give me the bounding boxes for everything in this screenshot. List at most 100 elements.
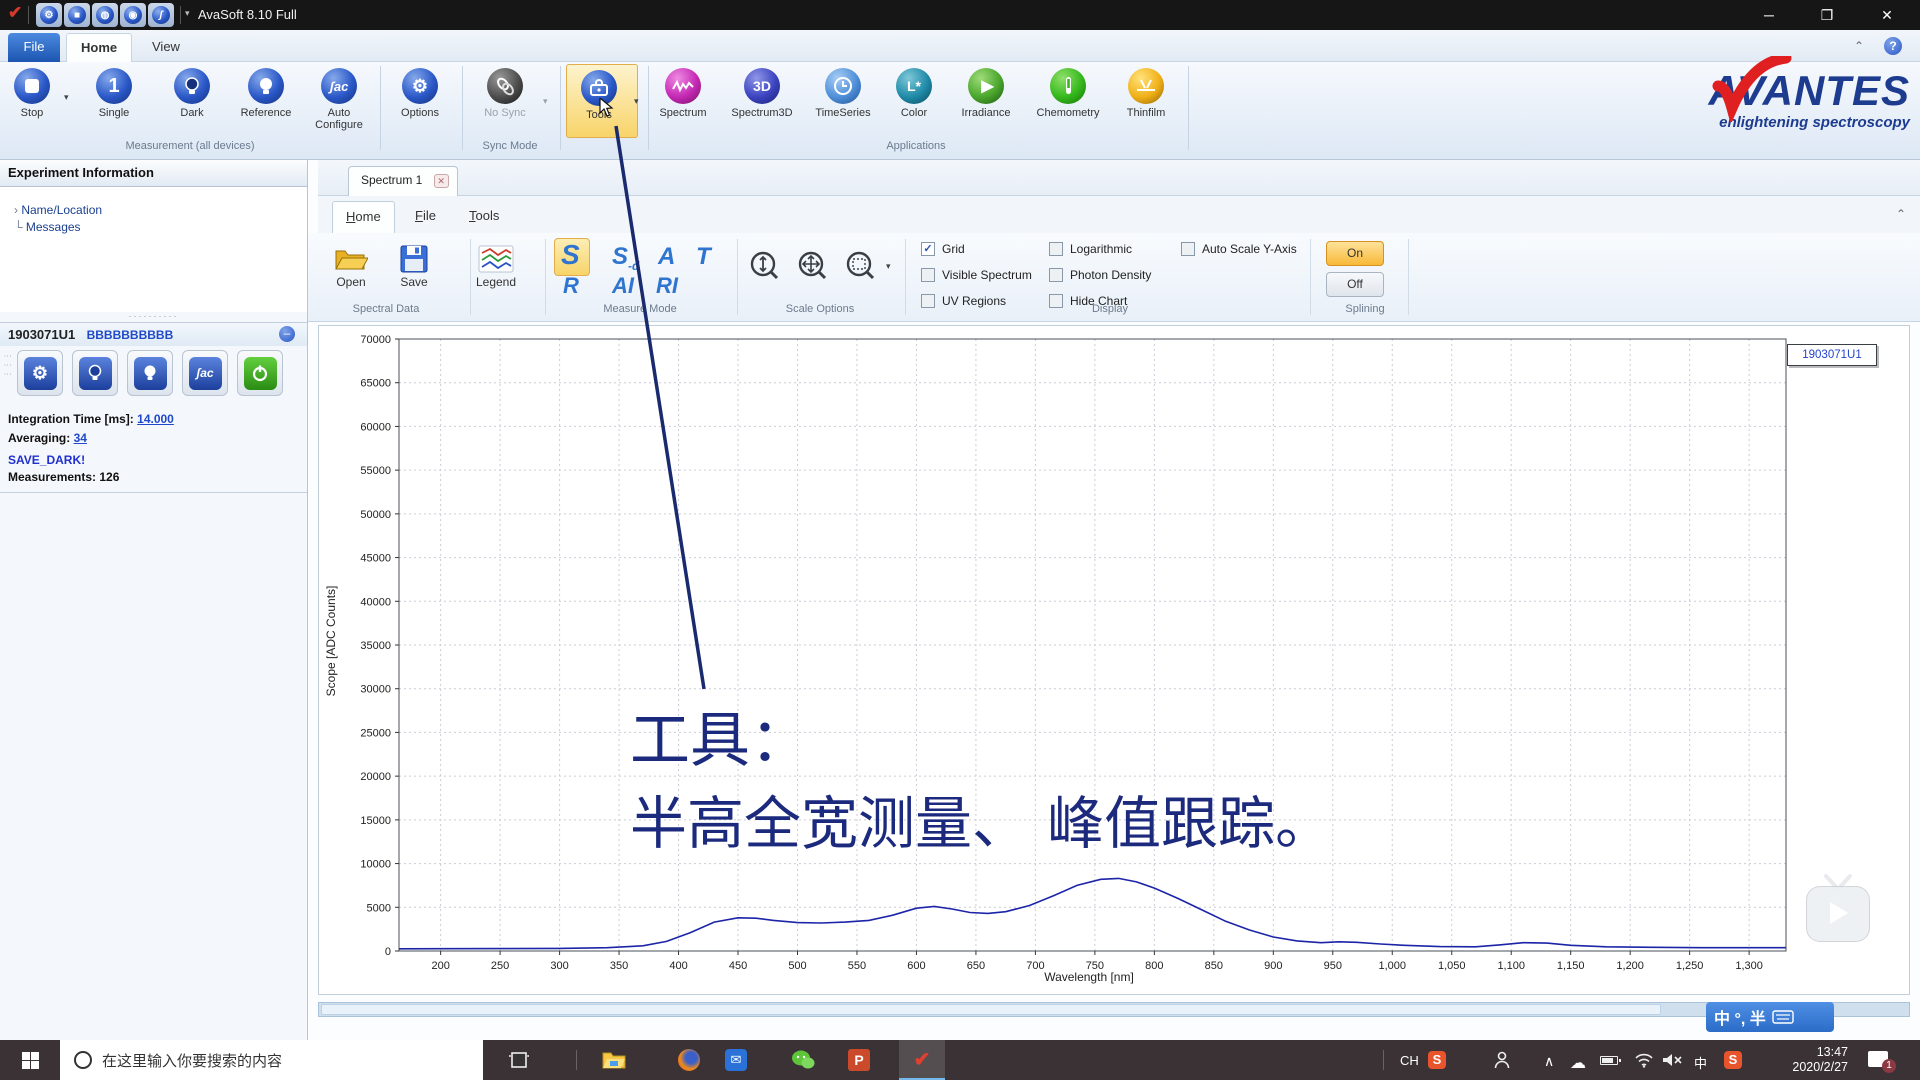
tab-home[interactable]: Home bbox=[66, 33, 132, 62]
qat-customize-icon[interactable]: ▾ bbox=[185, 8, 190, 19]
chart-legend[interactable]: 1903071U1 bbox=[1787, 344, 1877, 366]
measure-mode-absorbance[interactable]: A bbox=[658, 243, 675, 271]
splining-on-button[interactable]: On bbox=[1326, 241, 1384, 266]
integration-time-value[interactable]: 14.000 bbox=[137, 412, 174, 426]
measure-mode-reflectance[interactable]: R bbox=[563, 273, 579, 299]
measure-mode-absolute-irradiance[interactable]: AI bbox=[612, 273, 634, 299]
timeseries-button[interactable]: TimeSeries bbox=[806, 68, 880, 119]
tab-spectrum1[interactable]: Spectrum 1 ✕ bbox=[348, 166, 458, 196]
open-button[interactable]: Open bbox=[334, 245, 368, 276]
scrollbar-thumb[interactable] bbox=[321, 1004, 1661, 1015]
quick-reference-button[interactable]: ◉ bbox=[120, 3, 146, 27]
no-sync-dropdown-icon[interactable]: ▾ bbox=[543, 96, 548, 107]
checkbox-photon-density[interactable] bbox=[1049, 268, 1063, 282]
quick-auto-configure-button[interactable]: ʃ bbox=[148, 3, 174, 27]
tools-dropdown-icon[interactable]: ▾ bbox=[634, 96, 639, 107]
close-tab-icon[interactable]: ✕ bbox=[434, 174, 449, 188]
horizontal-scrollbar[interactable] bbox=[318, 1002, 1910, 1017]
chemometry-button[interactable]: Chemometry bbox=[1030, 68, 1106, 119]
measure-mode-transmittance[interactable]: T bbox=[696, 243, 711, 271]
help-icon[interactable]: ? bbox=[1884, 37, 1902, 55]
sogou-icon-2[interactable]: S bbox=[1724, 1051, 1742, 1069]
chart-tab-home[interactable]: Home bbox=[332, 201, 395, 233]
checkbox-auto-scale-y[interactable] bbox=[1181, 242, 1195, 256]
quick-dark-button[interactable]: ◍ bbox=[92, 3, 118, 27]
zoom-region-button[interactable] bbox=[845, 250, 877, 287]
auto-configure-button[interactable]: ʃac Auto Configure bbox=[307, 68, 371, 131]
spectrum-plot[interactable]: 2002503003504004505005506006507007508008… bbox=[319, 326, 1909, 994]
spectrum3d-button[interactable]: 3D Spectrum3D bbox=[724, 68, 800, 119]
tray-clock[interactable]: 13:47 2020/2/27 bbox=[1756, 1045, 1848, 1075]
tab-view[interactable]: View bbox=[138, 33, 194, 62]
single-button[interactable]: 1 Single bbox=[80, 68, 148, 119]
checkbox-visible-spectrum[interactable] bbox=[921, 268, 935, 282]
wifi-icon[interactable] bbox=[1634, 1052, 1654, 1071]
tray-ime-zhong[interactable]: 中 bbox=[1694, 1053, 1707, 1072]
mail-button[interactable]: ✉ bbox=[713, 1040, 759, 1080]
battery-icon[interactable] bbox=[1600, 1056, 1618, 1065]
keyboard-icon[interactable] bbox=[1772, 1010, 1794, 1024]
irradiance-button[interactable]: ▶ Irradiance bbox=[952, 68, 1020, 119]
onedrive-cloud-icon[interactable]: ☁ bbox=[1570, 1053, 1586, 1073]
measure-mode-scope[interactable]: S bbox=[561, 239, 580, 271]
measure-mode-relative-irradiance[interactable]: RI bbox=[656, 273, 678, 299]
collapse-chart-ribbon-icon[interactable]: ⌃ bbox=[1890, 204, 1912, 224]
device-settings-button[interactable]: ⚙ bbox=[17, 350, 63, 396]
no-sync-button[interactable]: No Sync bbox=[471, 68, 539, 119]
scale-options-dropdown-icon[interactable]: ▾ bbox=[886, 261, 891, 272]
save-button[interactable]: Save bbox=[400, 245, 428, 276]
sidebar-splitter[interactable]: ·········· bbox=[0, 312, 307, 322]
powerpoint-button[interactable]: P bbox=[836, 1040, 882, 1080]
firefox-button[interactable] bbox=[666, 1040, 712, 1080]
wechat-button[interactable] bbox=[780, 1040, 826, 1080]
device-dark-button[interactable] bbox=[72, 350, 118, 396]
tree-item-messages[interactable]: └ Messages bbox=[14, 220, 81, 234]
tree-item-name-location[interactable]: › Name/Location bbox=[14, 203, 102, 217]
start-button[interactable] bbox=[8, 1040, 52, 1080]
chart-tab-file[interactable]: File bbox=[402, 201, 449, 233]
color-button[interactable]: L* Color bbox=[880, 68, 948, 119]
stop-dropdown-icon[interactable]: ▾ bbox=[64, 92, 69, 103]
avasoft-button[interactable]: ✔ bbox=[899, 1040, 945, 1080]
tray-language[interactable]: CH bbox=[1400, 1053, 1419, 1068]
quick-stop-button[interactable]: ■ bbox=[64, 3, 90, 27]
device-power-button[interactable] bbox=[237, 350, 283, 396]
expander-icon[interactable]: › bbox=[14, 203, 18, 217]
legend-button[interactable]: Legend bbox=[478, 245, 514, 276]
spectrum-button[interactable]: Spectrum bbox=[649, 68, 717, 119]
file-explorer-button[interactable] bbox=[591, 1040, 637, 1080]
stop-button[interactable]: Stop bbox=[0, 68, 66, 119]
measure-mode-scope-minus-dark[interactable]: S-d bbox=[612, 243, 639, 273]
sogou-icon[interactable]: S bbox=[1428, 1051, 1446, 1069]
splining-off-button[interactable]: Off bbox=[1326, 272, 1384, 297]
maximize-button[interactable]: ❐ bbox=[1802, 0, 1852, 30]
muted-speaker-icon[interactable] bbox=[1662, 1052, 1682, 1071]
checkbox-grid[interactable]: ✓ bbox=[921, 242, 935, 256]
tray-people-button[interactable] bbox=[1482, 1040, 1522, 1080]
thinfilm-button[interactable]: Thinfilm bbox=[1112, 68, 1180, 119]
chart-tab-tools[interactable]: Tools bbox=[456, 201, 512, 233]
pan-button[interactable] bbox=[797, 250, 829, 287]
checkbox-logarithmic[interactable] bbox=[1049, 242, 1063, 256]
averaging-value[interactable]: 34 bbox=[74, 431, 87, 445]
minimize-button[interactable]: ─ bbox=[1744, 0, 1794, 30]
checkbox-uv-regions[interactable] bbox=[921, 294, 935, 308]
zoom-vertical-button[interactable] bbox=[749, 250, 781, 287]
device-auto-configure-button[interactable]: ʃac bbox=[182, 350, 228, 396]
collapse-ribbon-icon[interactable]: ⌃ bbox=[1848, 36, 1870, 56]
device-reference-button[interactable] bbox=[127, 350, 173, 396]
close-button[interactable]: ✕ bbox=[1862, 0, 1912, 30]
taskbar-search[interactable]: 在这里输入你要搜索的内容 bbox=[60, 1040, 483, 1080]
toolbar-grip[interactable]: ⋮⋮⋮ bbox=[6, 352, 10, 396]
reference-button[interactable]: Reference bbox=[232, 68, 300, 119]
quick-options-button[interactable]: ⚙ bbox=[36, 3, 62, 27]
tray-chevron-up-icon[interactable]: ∧ bbox=[1544, 1053, 1554, 1070]
ime-mode-text[interactable]: 中 °, 半 bbox=[1714, 1005, 1766, 1029]
tab-file[interactable]: File bbox=[8, 33, 60, 62]
collapse-device-icon[interactable]: – bbox=[279, 326, 295, 342]
task-view-button[interactable] bbox=[496, 1040, 542, 1080]
play-icon[interactable] bbox=[1830, 902, 1848, 924]
ime-status-bar[interactable]: 中 °, 半 bbox=[1706, 1002, 1834, 1032]
dark-button[interactable]: Dark bbox=[158, 68, 226, 119]
options-button[interactable]: ⚙ Options bbox=[386, 68, 454, 119]
